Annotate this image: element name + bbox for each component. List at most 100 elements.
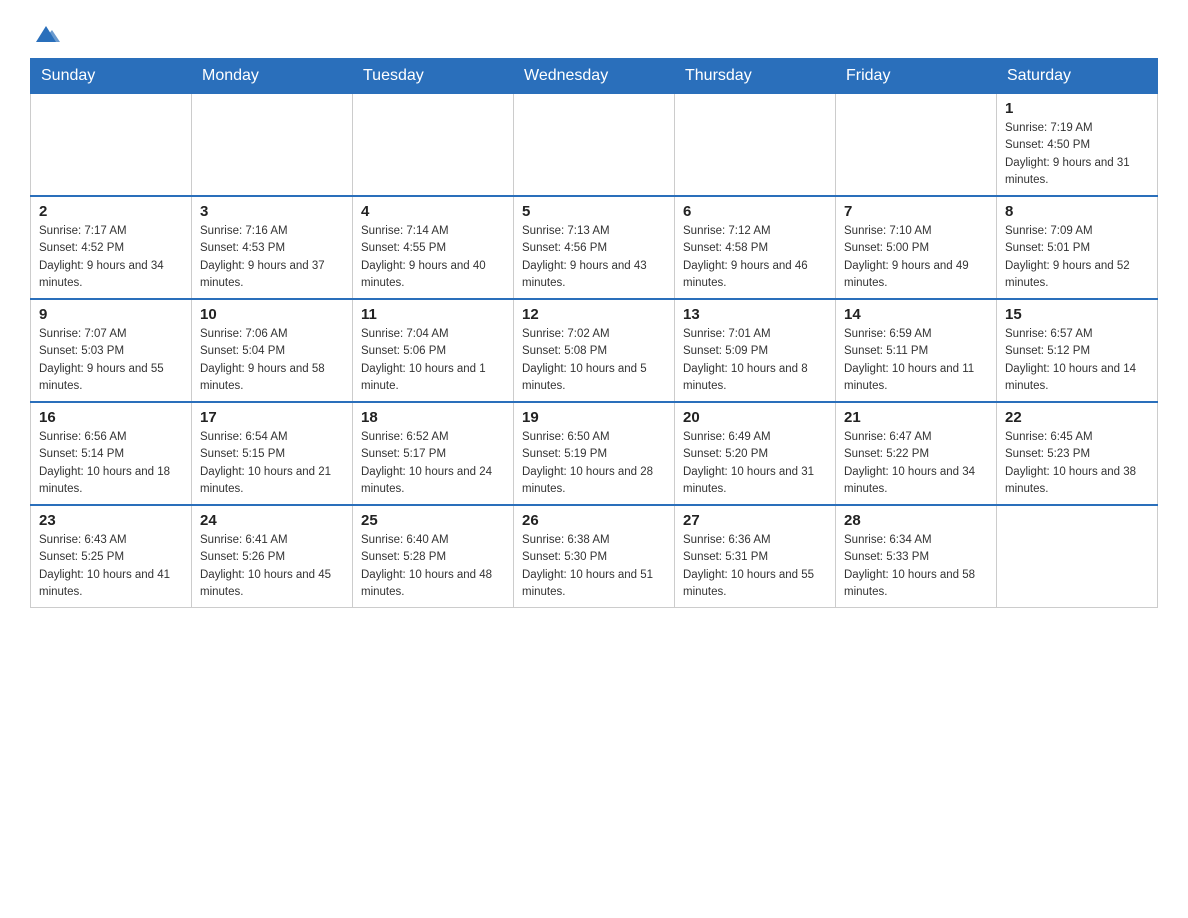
day-number: 17 — [200, 409, 344, 426]
day-number: 1 — [1005, 100, 1149, 117]
calendar-day-cell: 4 Sunrise: 7:14 AMSunset: 4:55 PMDaylight… — [353, 196, 514, 299]
day-info: Sunrise: 6:43 AMSunset: 5:25 PMDaylight:… — [39, 532, 183, 601]
day-number: 19 — [522, 409, 666, 426]
calendar-day-cell: 25Sunrise: 6:40 AMSunset: 5:28 PMDayligh… — [353, 505, 514, 608]
calendar-day-cell: 15 Sunrise: 6:57 AMSunset: 5:12 PMDayligh… — [997, 299, 1158, 402]
calendar-day-cell: 5 Sunrise: 7:13 AMSunset: 4:56 PMDaylight… — [514, 196, 675, 299]
calendar-day-header: Monday — [192, 59, 353, 94]
calendar-day-cell — [353, 94, 514, 197]
calendar-day-cell: 14 Sunrise: 6:59 AMSunset: 5:11 PMDayligh… — [836, 299, 997, 402]
calendar-day-cell: 8 Sunrise: 7:09 AMSunset: 5:01 PMDaylight… — [997, 196, 1158, 299]
calendar-day-cell: 27Sunrise: 6:36 AMSunset: 5:31 PMDayligh… — [675, 505, 836, 608]
day-info: Sunrise: 6:54 AMSunset: 5:15 PMDaylight:… — [200, 429, 344, 498]
day-number: 6 — [683, 203, 827, 220]
calendar-day-cell: 21Sunrise: 6:47 AMSunset: 5:22 PMDayligh… — [836, 402, 997, 505]
day-number: 4 — [361, 203, 505, 220]
day-info: Sunrise: 7:16 AMSunset: 4:53 PMDaylight:… — [200, 223, 344, 292]
calendar-day-cell: 10 Sunrise: 7:06 AMSunset: 5:04 PMDayligh… — [192, 299, 353, 402]
day-info: Sunrise: 6:59 AMSunset: 5:11 PMDaylight:… — [844, 326, 988, 395]
calendar-week-row: 9 Sunrise: 7:07 AMSunset: 5:03 PMDaylight… — [31, 299, 1158, 402]
calendar-day-cell — [675, 94, 836, 197]
day-number: 23 — [39, 512, 183, 529]
day-info: Sunrise: 7:02 AMSunset: 5:08 PMDaylight:… — [522, 326, 666, 395]
day-info: Sunrise: 7:13 AMSunset: 4:56 PMDaylight:… — [522, 223, 666, 292]
calendar-day-cell: 20 Sunrise: 6:49 AMSunset: 5:20 PMDayligh… — [675, 402, 836, 505]
day-number: 10 — [200, 306, 344, 323]
day-number: 26 — [522, 512, 666, 529]
calendar-day-cell: 13Sunrise: 7:01 AMSunset: 5:09 PMDayligh… — [675, 299, 836, 402]
day-info: Sunrise: 6:57 AMSunset: 5:12 PMDaylight:… — [1005, 326, 1149, 395]
calendar-day-header: Thursday — [675, 59, 836, 94]
day-info: Sunrise: 7:09 AMSunset: 5:01 PMDaylight:… — [1005, 223, 1149, 292]
day-number: 3 — [200, 203, 344, 220]
day-info: Sunrise: 6:52 AMSunset: 5:17 PMDaylight:… — [361, 429, 505, 498]
day-number: 28 — [844, 512, 988, 529]
calendar-day-cell: 26 Sunrise: 6:38 AMSunset: 5:30 PMDayligh… — [514, 505, 675, 608]
calendar-day-cell: 6Sunrise: 7:12 AMSunset: 4:58 PMDaylight… — [675, 196, 836, 299]
calendar-day-cell: 1 Sunrise: 7:19 AMSunset: 4:50 PMDaylight… — [997, 94, 1158, 197]
day-number: 7 — [844, 203, 988, 220]
day-info: Sunrise: 7:14 AMSunset: 4:55 PMDaylight:… — [361, 223, 505, 292]
day-info: Sunrise: 6:36 AMSunset: 5:31 PMDaylight:… — [683, 532, 827, 601]
day-number: 15 — [1005, 306, 1149, 323]
day-number: 25 — [361, 512, 505, 529]
calendar-day-cell: 3 Sunrise: 7:16 AMSunset: 4:53 PMDaylight… — [192, 196, 353, 299]
calendar-day-cell — [514, 94, 675, 197]
day-info: Sunrise: 7:10 AMSunset: 5:00 PMDaylight:… — [844, 223, 988, 292]
day-info: Sunrise: 6:56 AMSunset: 5:14 PMDaylight:… — [39, 429, 183, 498]
calendar-day-cell: 24Sunrise: 6:41 AMSunset: 5:26 PMDayligh… — [192, 505, 353, 608]
calendar-day-cell: 28 Sunrise: 6:34 AMSunset: 5:33 PMDayligh… — [836, 505, 997, 608]
logo — [30, 20, 62, 48]
day-number: 20 — [683, 409, 827, 426]
day-info: Sunrise: 7:04 AMSunset: 5:06 PMDaylight:… — [361, 326, 505, 395]
day-number: 21 — [844, 409, 988, 426]
calendar-week-row: 16 Sunrise: 6:56 AMSunset: 5:14 PMDayligh… — [31, 402, 1158, 505]
day-number: 13 — [683, 306, 827, 323]
day-info: Sunrise: 6:38 AMSunset: 5:30 PMDaylight:… — [522, 532, 666, 601]
day-info: Sunrise: 6:50 AMSunset: 5:19 PMDaylight:… — [522, 429, 666, 498]
calendar-day-cell — [192, 94, 353, 197]
day-info: Sunrise: 6:49 AMSunset: 5:20 PMDaylight:… — [683, 429, 827, 498]
day-number: 22 — [1005, 409, 1149, 426]
calendar-day-cell: 2 Sunrise: 7:17 AMSunset: 4:52 PMDaylight… — [31, 196, 192, 299]
day-info: Sunrise: 7:19 AMSunset: 4:50 PMDaylight:… — [1005, 120, 1149, 189]
calendar-week-row: 1 Sunrise: 7:19 AMSunset: 4:50 PMDaylight… — [31, 94, 1158, 197]
day-info: Sunrise: 7:07 AMSunset: 5:03 PMDaylight:… — [39, 326, 183, 395]
calendar-week-row: 2 Sunrise: 7:17 AMSunset: 4:52 PMDaylight… — [31, 196, 1158, 299]
day-number: 14 — [844, 306, 988, 323]
calendar-day-header: Tuesday — [353, 59, 514, 94]
calendar-header-row: SundayMondayTuesdayWednesdayThursdayFrid… — [31, 59, 1158, 94]
day-number: 18 — [361, 409, 505, 426]
day-info: Sunrise: 7:17 AMSunset: 4:52 PMDaylight:… — [39, 223, 183, 292]
day-info: Sunrise: 7:06 AMSunset: 5:04 PMDaylight:… — [200, 326, 344, 395]
page-header — [30, 20, 1158, 48]
day-number: 16 — [39, 409, 183, 426]
calendar-day-cell — [997, 505, 1158, 608]
day-number: 12 — [522, 306, 666, 323]
logo-icon — [32, 20, 60, 48]
day-number: 5 — [522, 203, 666, 220]
calendar-day-cell: 19 Sunrise: 6:50 AMSunset: 5:19 PMDayligh… — [514, 402, 675, 505]
calendar-day-cell: 7 Sunrise: 7:10 AMSunset: 5:00 PMDaylight… — [836, 196, 997, 299]
calendar-day-cell: 12 Sunrise: 7:02 AMSunset: 5:08 PMDayligh… — [514, 299, 675, 402]
calendar-day-cell: 16 Sunrise: 6:56 AMSunset: 5:14 PMDayligh… — [31, 402, 192, 505]
calendar-day-cell: 18 Sunrise: 6:52 AMSunset: 5:17 PMDayligh… — [353, 402, 514, 505]
day-number: 2 — [39, 203, 183, 220]
day-info: Sunrise: 6:45 AMSunset: 5:23 PMDaylight:… — [1005, 429, 1149, 498]
calendar-day-header: Wednesday — [514, 59, 675, 94]
calendar-day-header: Sunday — [31, 59, 192, 94]
day-number: 8 — [1005, 203, 1149, 220]
calendar-table: SundayMondayTuesdayWednesdayThursdayFrid… — [30, 58, 1158, 608]
calendar-day-cell: 23 Sunrise: 6:43 AMSunset: 5:25 PMDayligh… — [31, 505, 192, 608]
calendar-day-cell — [836, 94, 997, 197]
day-info: Sunrise: 6:34 AMSunset: 5:33 PMDaylight:… — [844, 532, 988, 601]
calendar-day-cell: 11 Sunrise: 7:04 AMSunset: 5:06 PMDayligh… — [353, 299, 514, 402]
day-number: 11 — [361, 306, 505, 323]
calendar-day-cell — [31, 94, 192, 197]
day-info: Sunrise: 6:41 AMSunset: 5:26 PMDaylight:… — [200, 532, 344, 601]
calendar-day-cell: 22 Sunrise: 6:45 AMSunset: 5:23 PMDayligh… — [997, 402, 1158, 505]
calendar-day-header: Friday — [836, 59, 997, 94]
calendar-day-header: Saturday — [997, 59, 1158, 94]
day-number: 9 — [39, 306, 183, 323]
calendar-day-cell: 17 Sunrise: 6:54 AMSunset: 5:15 PMDayligh… — [192, 402, 353, 505]
